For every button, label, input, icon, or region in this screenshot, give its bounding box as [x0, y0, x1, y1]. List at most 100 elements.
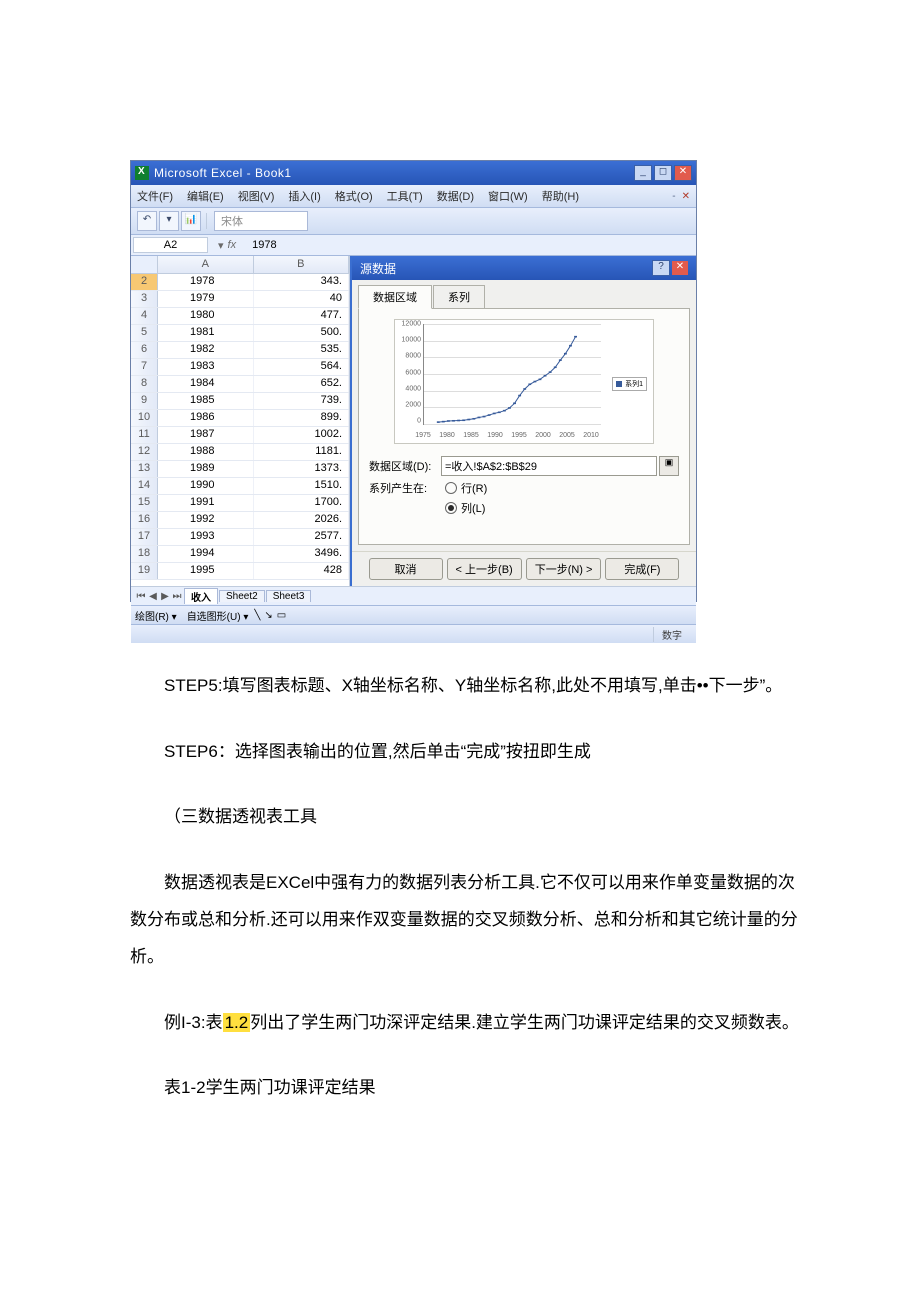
cell-year[interactable]: 1978	[158, 274, 254, 290]
table-row[interactable]: 3197940	[131, 291, 349, 308]
wizard-help-button[interactable]: ?	[652, 260, 670, 276]
name-box[interactable]: A2	[133, 237, 208, 253]
cell-value[interactable]: 428	[254, 563, 350, 579]
radio-rows[interactable]: 行(R)	[445, 480, 487, 496]
maximize-button[interactable]: ◻	[654, 165, 672, 181]
range-picker-button[interactable]: ▣	[659, 456, 679, 476]
menu-insert[interactable]: 插入(I)	[288, 188, 320, 204]
wizard-back-button[interactable]: < 上一步(B)	[447, 558, 522, 580]
cell-year[interactable]: 1989	[158, 461, 254, 477]
formula-value[interactable]: 1978	[244, 239, 276, 251]
tab-data-range[interactable]: 数据区域	[358, 285, 432, 309]
row-header[interactable]: 7	[131, 359, 158, 375]
cell-year[interactable]: 1993	[158, 529, 254, 545]
sheet-nav-prev[interactable]: ◀	[147, 591, 159, 602]
row-header[interactable]: 5	[131, 325, 158, 341]
cell-value[interactable]: 564.	[254, 359, 350, 375]
table-row[interactable]: 1819943496.	[131, 546, 349, 563]
row-header[interactable]: 14	[131, 478, 158, 494]
row-header[interactable]: 11	[131, 427, 158, 443]
table-row[interactable]: 61982535.	[131, 342, 349, 359]
cell-value[interactable]: 899.	[254, 410, 350, 426]
cell-year[interactable]: 1987	[158, 427, 254, 443]
cell-value[interactable]: 652.	[254, 376, 350, 392]
autoshapes-menu[interactable]: 自选图形(U) ▾	[187, 608, 249, 623]
cell-year[interactable]: 1983	[158, 359, 254, 375]
menu-tools[interactable]: 工具(T)	[387, 188, 423, 204]
cell-year[interactable]: 1995	[158, 563, 254, 579]
cell-year[interactable]: 1981	[158, 325, 254, 341]
table-row[interactable]: 1519911700.	[131, 495, 349, 512]
table-row[interactable]: 1119871002.	[131, 427, 349, 444]
table-row[interactable]: 91985739.	[131, 393, 349, 410]
cell-year[interactable]: 1986	[158, 410, 254, 426]
row-header[interactable]: 13	[131, 461, 158, 477]
cell-value[interactable]: 477.	[254, 308, 350, 324]
cell-value[interactable]: 2577.	[254, 529, 350, 545]
menu-data[interactable]: 数据(D)	[437, 188, 474, 204]
sheet-nav-next[interactable]: ▶	[159, 591, 171, 602]
wizard-close-button[interactable]: ✕	[672, 261, 688, 275]
row-header[interactable]: 12	[131, 444, 158, 460]
cell-value[interactable]: 1373.	[254, 461, 350, 477]
row-header[interactable]: 19	[131, 563, 158, 579]
cell-value[interactable]: 1181.	[254, 444, 350, 460]
menu-edit[interactable]: 编辑(E)	[187, 188, 224, 204]
table-row[interactable]: 41980477.	[131, 308, 349, 325]
close-button[interactable]: ✕	[674, 165, 692, 181]
table-row[interactable]: 21978343.	[131, 274, 349, 291]
table-row[interactable]: 51981500.	[131, 325, 349, 342]
cell-year[interactable]: 1992	[158, 512, 254, 528]
line-tool-icon[interactable]: ╲	[254, 610, 260, 621]
cell-year[interactable]: 1982	[158, 342, 254, 358]
row-header[interactable]: 18	[131, 546, 158, 562]
cell-year[interactable]: 1985	[158, 393, 254, 409]
cell-value[interactable]: 535.	[254, 342, 350, 358]
tab-series[interactable]: 系列	[433, 285, 485, 309]
table-row[interactable]: 1619922026.	[131, 512, 349, 529]
table-row[interactable]: 71983564.	[131, 359, 349, 376]
fx-icon[interactable]: fx	[228, 239, 237, 252]
table-row[interactable]: 1719932577.	[131, 529, 349, 546]
cell-year[interactable]: 1994	[158, 546, 254, 562]
wizard-cancel-button[interactable]: 取消	[369, 558, 443, 580]
row-header[interactable]: 3	[131, 291, 158, 307]
cell-value[interactable]: 343.	[254, 274, 350, 290]
sheet-tab-1[interactable]: 收入	[184, 588, 218, 604]
row-header[interactable]: 8	[131, 376, 158, 392]
row-header[interactable]: 16	[131, 512, 158, 528]
col-head-a[interactable]: A	[158, 256, 254, 273]
cell-value[interactable]: 1510.	[254, 478, 350, 494]
row-header[interactable]: 15	[131, 495, 158, 511]
row-header[interactable]: 17	[131, 529, 158, 545]
cell-year[interactable]: 1979	[158, 291, 254, 307]
redo-dropdown[interactable]: ▾	[159, 211, 179, 231]
cancel-formula-icon[interactable]: ▾	[218, 239, 224, 252]
row-header[interactable]: 9	[131, 393, 158, 409]
minimize-button[interactable]: _	[634, 165, 652, 181]
select-all-corner[interactable]	[131, 256, 158, 273]
cell-value[interactable]: 2026.	[254, 512, 350, 528]
menu-window[interactable]: 窗口(W)	[488, 188, 528, 204]
undo-button[interactable]: ↶	[137, 211, 157, 231]
row-header[interactable]: 2	[131, 274, 158, 290]
wizard-finish-button[interactable]: 完成(F)	[605, 558, 679, 580]
row-header[interactable]: 6	[131, 342, 158, 358]
cell-value[interactable]: 739.	[254, 393, 350, 409]
menu-file[interactable]: 文件(F)	[137, 188, 173, 204]
table-row[interactable]: 191995428	[131, 563, 349, 580]
cell-value[interactable]: 1002.	[254, 427, 350, 443]
sheet-nav-first[interactable]: ⏮	[135, 591, 147, 602]
chart-wizard-button[interactable]: 📊	[181, 211, 201, 231]
sheet-nav-last[interactable]: ⏭	[171, 591, 183, 602]
table-row[interactable]: 1419901510.	[131, 478, 349, 495]
font-selector[interactable]: 宋体	[214, 211, 308, 231]
wizard-next-button[interactable]: 下一步(N) >	[526, 558, 602, 580]
cell-value[interactable]: 500.	[254, 325, 350, 341]
rect-tool-icon[interactable]: ▭	[277, 610, 286, 621]
drawing-menu[interactable]: 绘图(R) ▾	[135, 608, 177, 623]
menu-view[interactable]: 视图(V)	[238, 188, 275, 204]
menu-format[interactable]: 格式(O)	[335, 188, 373, 204]
table-row[interactable]: 1219881181.	[131, 444, 349, 461]
sheet-tab-2[interactable]: Sheet2	[219, 590, 265, 602]
